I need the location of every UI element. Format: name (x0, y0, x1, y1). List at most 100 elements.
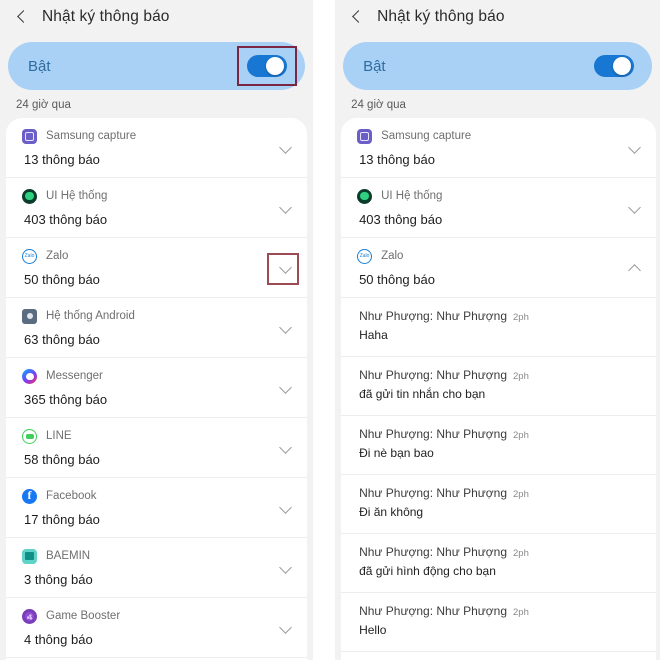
app-name: UI Hệ thống (46, 190, 108, 202)
page-title: Nhật ký thông báo (377, 8, 505, 25)
notification-sender: Như Phượng: Như Phượng (359, 486, 507, 500)
chevron-down-icon[interactable] (279, 442, 293, 456)
app-notification-count: 17 thông báo (24, 512, 100, 527)
app-row-header: Messenger (22, 366, 293, 386)
app-list-card: Samsung capture 13 thông báo UI Hệ thống 40… (6, 118, 308, 660)
app-row-header: UI Hệ thống (357, 186, 642, 206)
notification-sender: Như Phượng: Như Phượng (359, 427, 507, 441)
notification-row[interactable]: Như Phượng: Như Phượng 2ph Hello (341, 593, 656, 652)
notification-row[interactable]: Như Phượng: Như Phượng 2ph Đi nè bạn bao (341, 416, 656, 475)
right-app-bar: Nhật ký thông báo (335, 0, 660, 32)
notification-body: đã gửi tin nhắn cho bạn (359, 387, 486, 401)
app-row[interactable]: Game Booster 4 thông báo (6, 598, 308, 658)
chevron-down-icon[interactable] (279, 382, 293, 396)
chevron-down-icon[interactable] (279, 622, 293, 636)
app-notification-count: 58 thông báo (24, 452, 100, 467)
section-label-24h: 24 giờ qua (16, 99, 71, 111)
app-row[interactable]: UI Hệ thống 403 thông báo (6, 178, 308, 238)
notification-timestamp: 2ph (513, 371, 529, 382)
game-booster-icon (22, 608, 37, 624)
master-toggle-switch[interactable] (594, 55, 634, 77)
app-row[interactable]: Zalo 50 thông báo (341, 238, 656, 298)
app-row-header: UI Hệ thống (22, 186, 293, 206)
notification-body: Hello (359, 623, 387, 637)
messenger-icon (22, 368, 37, 384)
notification-timestamp: 2ph (513, 548, 529, 559)
notification-row[interactable]: Như Phượng: Như Phượng 2ph Haha (341, 298, 656, 357)
app-row[interactable]: Facebook 17 thông báo (6, 478, 308, 538)
app-notification-count: 4 thông báo (24, 632, 93, 647)
samsung-capture-icon (357, 128, 373, 144)
toggle-knob (266, 57, 285, 75)
app-name: Messenger (46, 370, 103, 382)
notification-title-line: Như Phượng: Như Phượng 2ph (359, 604, 642, 618)
master-toggle-bar[interactable]: Bật (343, 42, 652, 90)
app-list-card: Samsung capture 13 thông báo UI Hệ thống 40… (341, 118, 656, 660)
app-notification-count: 403 thông báo (24, 212, 108, 227)
chevron-down-icon[interactable] (279, 562, 293, 576)
app-name: UI Hệ thống (381, 190, 443, 202)
chevron-down-icon[interactable] (279, 322, 293, 336)
notification-row[interactable]: Như Phượng: Như Phượng 2ph đã gửi tin nhắn… (341, 357, 656, 416)
ui-he-thong-icon (357, 188, 373, 204)
notification-title-line: Như Phượng: Như Phượng 2ph (359, 427, 642, 441)
page-title: Nhật ký thông báo (42, 8, 170, 25)
master-toggle-label: Bật (28, 57, 51, 75)
app-row-header: Samsung capture (22, 126, 293, 146)
notification-timestamp: 2ph (513, 430, 529, 441)
app-notification-count: 50 thông báo (359, 272, 435, 287)
notification-body: Đi nè bạn bao (359, 446, 434, 460)
app-row-header: Hệ thống Android (22, 306, 293, 326)
app-row[interactable]: Messenger 365 thông báo (6, 358, 308, 418)
app-name: Samsung capture (381, 130, 472, 142)
notification-title-line: Như Phượng: Như Phượng 2ph (359, 368, 642, 382)
app-row[interactable]: Samsung capture 13 thông báo (341, 118, 656, 178)
chevron-left-icon[interactable] (349, 9, 365, 25)
chevron-down-icon[interactable] (279, 502, 293, 516)
baemin-icon (22, 548, 37, 564)
facebook-icon (22, 488, 37, 504)
app-name: BAEMIN (46, 550, 91, 562)
app-row[interactable]: Zalo 50 thông báo (6, 238, 308, 298)
app-name: Game Booster (46, 610, 121, 622)
left-screen: Nhật ký thông báo Bật 24 giờ qua Samsung… (0, 0, 314, 660)
notification-title-line: Như Phượng: Như Phượng 2ph (359, 486, 642, 500)
app-row-header: Game Booster (22, 606, 293, 626)
zalo-icon (22, 248, 37, 264)
chevron-down-icon[interactable] (279, 262, 293, 276)
notification-sender: Như Phượng: Như Phượng (359, 545, 507, 559)
right-screen: Nhật ký thông báo Bật 24 giờ qua Samsung… (335, 0, 660, 660)
app-row[interactable]: UI Hệ thống 403 thông báo (341, 178, 656, 238)
master-toggle-bar[interactable]: Bật (8, 42, 306, 90)
chevron-down-icon[interactable] (279, 202, 293, 216)
app-notification-count: 365 thông báo (24, 392, 108, 407)
chevron-down-icon[interactable] (279, 142, 293, 156)
app-notification-count: 13 thông báo (24, 152, 100, 167)
zalo-icon (357, 248, 373, 264)
chevron-left-icon[interactable] (14, 9, 30, 25)
app-row[interactable]: Hệ thống Android 63 thông báo (6, 298, 308, 358)
master-toggle-switch[interactable] (247, 55, 288, 77)
app-name: Samsung capture (46, 130, 137, 142)
line-icon (22, 428, 37, 444)
notification-sender: Như Phượng: Như Phượng (359, 309, 507, 323)
app-row-header: Facebook (22, 486, 293, 506)
left-app-bar: Nhật ký thông báo (0, 0, 314, 32)
app-row[interactable]: LINE 58 thông báo (6, 418, 308, 478)
app-name: Facebook (46, 490, 97, 502)
notification-row[interactable]: Như Phượng: Như Phượng 2ph đã gửi hình độn… (341, 534, 656, 593)
app-notification-count: 50 thông báo (24, 272, 100, 287)
notification-title-line: Như Phượng: Như Phượng 2ph (359, 545, 642, 559)
chevron-down-icon[interactable] (628, 202, 642, 216)
chevron-up-icon[interactable] (628, 262, 642, 276)
notification-sender: Như Phượng: Như Phượng (359, 368, 507, 382)
notification-timestamp: 2ph (513, 607, 529, 618)
app-row[interactable]: Samsung capture 13 thông báo (6, 118, 308, 178)
app-row-header: Zalo (22, 246, 293, 266)
he-thong-android-icon (22, 308, 37, 324)
app-row[interactable]: BAEMIN 3 thông báo (6, 538, 308, 598)
app-notification-count: 403 thông báo (359, 212, 443, 227)
notification-row[interactable]: Như Phượng: Như Phượng 2ph Đi ăn không (341, 475, 656, 534)
chevron-down-icon[interactable] (628, 142, 642, 156)
app-row-header: Zalo (357, 246, 642, 266)
